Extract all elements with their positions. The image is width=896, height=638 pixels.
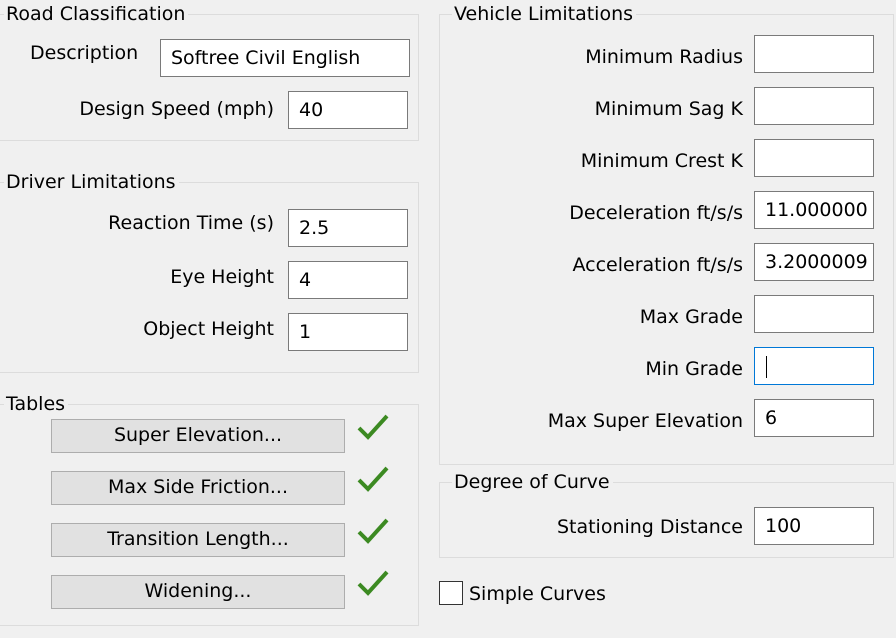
driver-limitations-legend: Driver Limitations (4, 171, 179, 193)
max-grade-label: Max Grade (639, 306, 743, 328)
vehicle-limitations-group (439, 14, 894, 465)
reaction-time-input[interactable]: 2.5 (288, 209, 408, 247)
design-speed-label: Design Speed (mph) (79, 98, 274, 120)
text-caret (766, 356, 767, 378)
degree-of-curve-legend: Degree of Curve (452, 471, 613, 493)
minimum-radius-label: Minimum Radius (585, 46, 743, 68)
check-icon (357, 570, 389, 596)
min-grade-input[interactable] (754, 347, 874, 385)
deceleration-input[interactable]: 11.000000 (754, 191, 874, 229)
road-classification-legend: Road Classification (4, 3, 189, 25)
minimum-sag-k-label: Minimum Sag K (594, 98, 743, 120)
design-speed-input[interactable]: 40 (288, 91, 408, 129)
vehicle-limitations-legend: Vehicle Limitations (452, 3, 637, 25)
max-super-elevation-input[interactable]: 6 (754, 399, 874, 437)
super-elevation-button[interactable]: Super Elevation... (51, 419, 345, 453)
transition-length-button[interactable]: Transition Length... (51, 523, 345, 557)
check-icon (357, 518, 389, 544)
minimum-sag-k-input[interactable] (754, 87, 874, 125)
description-input[interactable]: Softree Civil English (160, 39, 410, 77)
object-height-label: Object Height (143, 318, 274, 340)
eye-height-input[interactable]: 4 (288, 261, 408, 299)
deceleration-label: Deceleration ft/s/s (569, 202, 743, 224)
stationing-distance-label: Stationing Distance (556, 516, 743, 538)
check-icon (357, 466, 389, 492)
acceleration-label: Acceleration ft/s/s (572, 254, 743, 276)
simple-curves-checkbox[interactable] (439, 581, 463, 605)
stationing-distance-input[interactable]: 100 (754, 507, 874, 545)
max-side-friction-button[interactable]: Max Side Friction... (51, 471, 345, 505)
check-icon (357, 414, 389, 440)
max-super-elevation-label: Max Super Elevation (547, 410, 743, 432)
minimum-crest-k-label: Minimum Crest K (580, 150, 743, 172)
widening-button[interactable]: Widening... (51, 575, 345, 609)
minimum-radius-input[interactable] (754, 35, 874, 73)
eye-height-label: Eye Height (170, 266, 274, 288)
tables-legend: Tables (4, 393, 69, 415)
max-grade-input[interactable] (754, 295, 874, 333)
simple-curves-label[interactable]: Simple Curves (469, 582, 606, 606)
min-grade-label: Min Grade (645, 358, 743, 380)
reaction-time-label: Reaction Time (s) (108, 212, 274, 234)
acceleration-input[interactable]: 3.2000009 (754, 243, 874, 281)
minimum-crest-k-input[interactable] (754, 139, 874, 177)
object-height-input[interactable]: 1 (288, 313, 408, 351)
description-label: Description (30, 42, 139, 64)
